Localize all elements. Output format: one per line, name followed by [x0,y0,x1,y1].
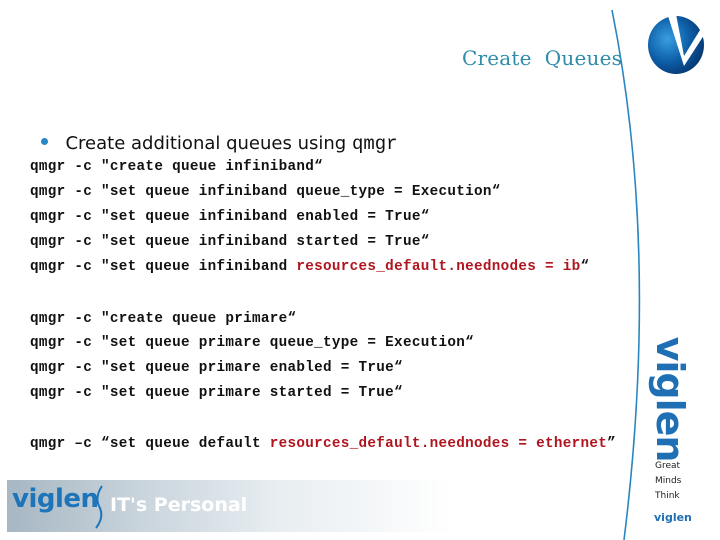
slide-title: Create Queues [462,46,623,70]
code-line: qmgr -c "set queue primare enabled = Tru… [30,360,403,376]
bullet-icon [41,138,49,145]
code-line: qmgr -c "create queue primare“ [30,311,297,327]
slogan-line: Think [655,491,680,501]
code-line: qmgr -c "set queue infiniband queue_type… [30,184,501,200]
highlighted-code: resources_default.neednodes = ethernet [269,436,608,452]
code-line: qmgr -c "set queue primare queue_type = … [30,335,474,351]
bullet-item: Create additional queues using qmgr [30,112,398,155]
code-line: qmgr -c "set queue primare started = Tru… [30,385,403,401]
small-brand-logo: viglen [654,511,692,524]
highlighted-code: resources_default.neednodes = ib [296,259,581,275]
slogan-line: Great [655,461,681,471]
bullet-text: Create additional queues using [65,133,352,154]
code-line: qmgr -c "set queue infiniband started = … [30,234,430,250]
slogan-line: Minds [655,476,682,486]
viglen-sphere-logo-icon [646,10,708,81]
code-line: qmgr -c "set queue infiniband resources_… [30,259,590,275]
side-brand-logo: viglen [648,336,692,462]
footer-brand-logo: viglen [12,484,99,514]
code-line: qmgr –c “set queue default resources_def… [30,436,617,452]
footer-tagline: IT's Personal [110,494,248,516]
bracket-divider-icon [95,485,103,529]
bullet-command: qmgr [351,133,398,155]
code-line: qmgr -c "set queue infiniband enabled = … [30,209,430,225]
code-line: qmgr -c "create queue infiniband“ [30,159,324,175]
